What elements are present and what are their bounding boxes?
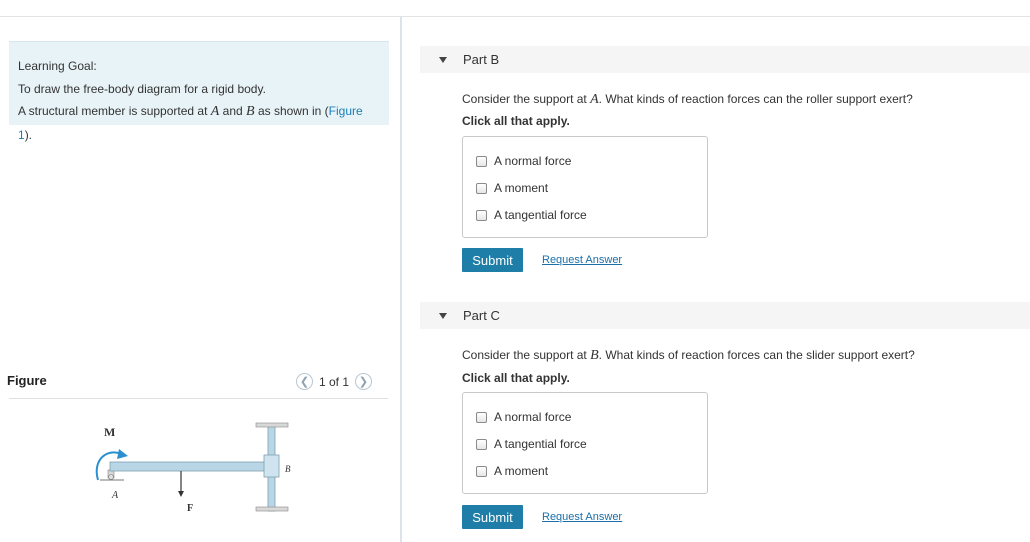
checkbox[interactable] (476, 438, 487, 450)
checkbox[interactable] (476, 182, 487, 194)
part-c-header[interactable]: Part C (420, 302, 1030, 329)
part-c-option-1[interactable]: A normal force (476, 410, 571, 424)
learning-goal-title: Learning Goal: (18, 59, 97, 73)
label-support-b: B (285, 464, 291, 474)
question-var: B (590, 348, 599, 363)
part-c-option-2[interactable]: A tangential force (476, 437, 587, 451)
option-label: A moment (494, 464, 549, 478)
learning-goal-description: A structural member is supported at A an… (18, 100, 379, 146)
description-and: and (222, 104, 243, 118)
part-b-submit-button[interactable]: Submit (462, 248, 523, 272)
force-arrowhead (178, 491, 184, 497)
part-c-option-3[interactable]: A moment (476, 464, 548, 478)
part-b-option-1[interactable]: A normal force (476, 154, 571, 168)
part-b-label: Part B (463, 52, 500, 67)
option-label: A tangential force (494, 437, 587, 451)
checkbox[interactable] (476, 465, 487, 477)
chevron-right-icon[interactable]: ❯ (355, 373, 373, 390)
option-label: A normal force (494, 410, 572, 424)
moment-arrowhead (117, 449, 128, 459)
label-moment: M (104, 425, 115, 439)
description-post: as shown in ( (257, 104, 329, 118)
slider-b (263, 454, 280, 478)
figure-pager: ❮ 1 of 1 ❯ (296, 373, 373, 390)
part-c-question: Consider the support at B. What kinds of… (462, 348, 915, 364)
learning-goal-box: Learning Goal: To draw the free-body dia… (9, 41, 389, 142)
label-force: F (187, 503, 193, 514)
description-close: ). (24, 127, 33, 142)
label-support-a: A (111, 490, 119, 501)
part-c-request-answer-link[interactable]: Request Answer (542, 511, 622, 523)
part-b-option-2[interactable]: A moment (476, 181, 548, 195)
option-label: A tangential force (494, 208, 587, 222)
chevron-left-icon[interactable]: ❮ (296, 373, 313, 390)
question-pre: Consider the support at (462, 348, 587, 362)
caret-down-icon[interactable] (439, 56, 447, 63)
part-b-request-answer-link[interactable]: Request Answer (542, 254, 622, 266)
part-b-instruction: Click all that apply. (462, 114, 570, 128)
part-c-choices: A normal force A tangential force A mome… (462, 392, 708, 494)
part-c-submit-button[interactable]: Submit (462, 505, 523, 529)
checkbox[interactable] (476, 411, 487, 423)
caret-down-icon[interactable] (439, 312, 447, 319)
top-rule (0, 16, 1030, 17)
question-post: . What kinds of reaction forces can the … (598, 348, 915, 362)
figure-title: Figure (7, 373, 47, 388)
part-c-instruction: Click all that apply. (462, 371, 570, 385)
checkbox[interactable] (476, 209, 487, 221)
learning-goal-text: To draw the free-body diagram for a rigi… (18, 81, 266, 96)
question-var: A (590, 92, 599, 107)
part-b-option-3[interactable]: A tangential force (476, 208, 587, 222)
bottom-guide (255, 506, 289, 512)
part-b-choices: A normal force A moment A tangential for… (462, 136, 708, 238)
top-guide (255, 422, 289, 428)
part-b-question: Consider the support at A. What kinds of… (462, 92, 913, 108)
option-label: A normal force (494, 154, 572, 168)
description-pre: A structural member is supported at (18, 104, 208, 118)
question-pre: Consider the support at (462, 92, 587, 106)
checkbox[interactable] (476, 155, 487, 167)
roller-wheel (108, 474, 114, 480)
figure-divider (9, 398, 388, 399)
column-divider[interactable] (400, 17, 402, 542)
horizontal-beam (109, 461, 271, 472)
structural-member-figure: M A F B (95, 422, 291, 514)
option-label: A moment (494, 181, 549, 195)
part-b-header[interactable]: Part B (420, 46, 1030, 73)
var-a: A (210, 104, 220, 119)
var-b: B (246, 104, 255, 119)
part-c-label: Part C (463, 308, 500, 323)
pager-text: 1 of 1 (319, 374, 350, 389)
question-post: . What kinds of reaction forces can the … (598, 92, 913, 106)
